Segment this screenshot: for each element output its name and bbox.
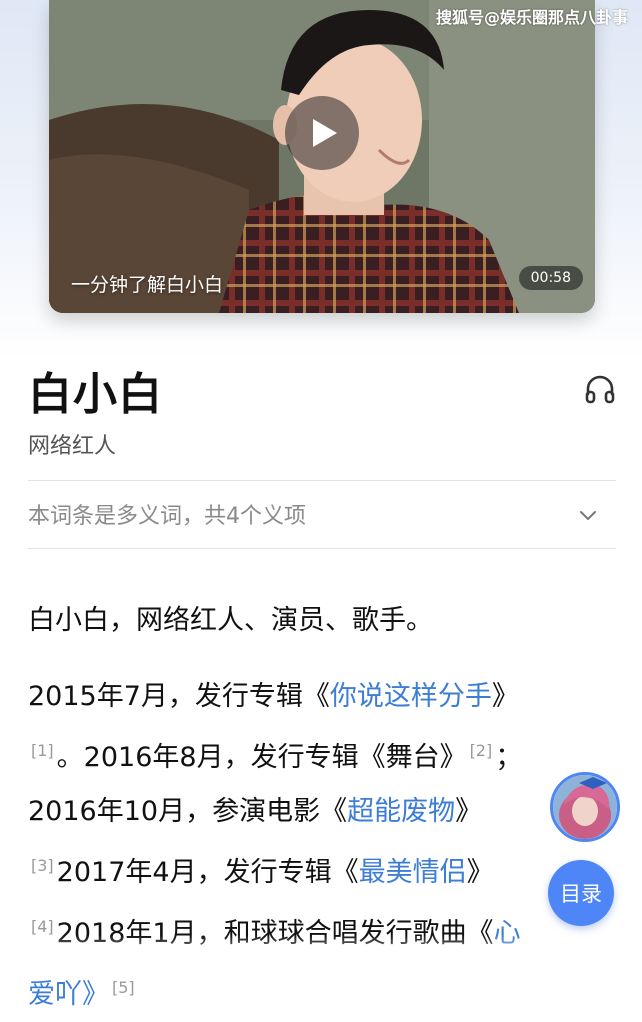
album-link[interactable]: 最美情侣 bbox=[359, 857, 467, 888]
reference-link[interactable]: [3] bbox=[28, 856, 57, 875]
body-text: 2017年4月，发行专辑《 bbox=[56, 857, 359, 888]
body-text: 2015年7月，发行专辑《 bbox=[28, 681, 330, 712]
reference-link[interactable]: [4] bbox=[28, 917, 57, 936]
album-link[interactable]: 你说这样分手 bbox=[330, 681, 492, 712]
body-text: 。2016年8月，发行专辑《舞台》 bbox=[56, 742, 467, 773]
avatar-image bbox=[553, 775, 617, 839]
reference-link[interactable]: [5] bbox=[109, 978, 138, 997]
body-text: 》 bbox=[466, 857, 494, 888]
song-link[interactable]: 爱吖》 bbox=[28, 979, 109, 1010]
chevron-down-icon bbox=[580, 511, 596, 520]
play-button[interactable] bbox=[285, 96, 359, 170]
toc-button[interactable]: 目录 bbox=[548, 860, 614, 926]
entry-subtitle: 网络红人 bbox=[28, 434, 117, 459]
body-text: ； bbox=[495, 742, 523, 773]
body-paragraph: 2015年7月，发行专辑《你说这样分手》 [1] 。2016年8月，发行专辑《舞台… bbox=[28, 670, 628, 1022]
page-title: 白小白 bbox=[28, 369, 163, 420]
avatar[interactable] bbox=[550, 772, 620, 842]
reference-link[interactable]: [1] bbox=[28, 741, 57, 760]
watermark: 搜狐号@娱乐圈那点八卦事 bbox=[435, 8, 628, 27]
body-text: 2016年10月，参演电影《 bbox=[28, 796, 348, 827]
summary-text: 白小白，网络红人、演员、歌手。 bbox=[28, 605, 433, 636]
polysemy-selector[interactable]: 本词条是多义词，共4个义项 bbox=[28, 482, 616, 548]
reference-link[interactable]: [2] bbox=[467, 741, 496, 760]
body-text: 》 bbox=[455, 796, 483, 827]
video-duration: 00:58 bbox=[518, 266, 583, 290]
body-text: 》 bbox=[491, 681, 519, 712]
video-card[interactable]: 一分钟了解白小白 00:58 bbox=[49, 0, 595, 313]
headphones-icon[interactable] bbox=[583, 372, 617, 406]
play-icon bbox=[313, 119, 337, 147]
movie-link[interactable]: 超能废物 bbox=[347, 796, 455, 827]
bottom-fade bbox=[0, 935, 642, 965]
divider bbox=[28, 480, 616, 481]
polysemy-text: 本词条是多义词，共4个义项 bbox=[28, 504, 306, 529]
video-caption: 一分钟了解白小白 bbox=[71, 274, 224, 296]
divider bbox=[28, 548, 616, 549]
